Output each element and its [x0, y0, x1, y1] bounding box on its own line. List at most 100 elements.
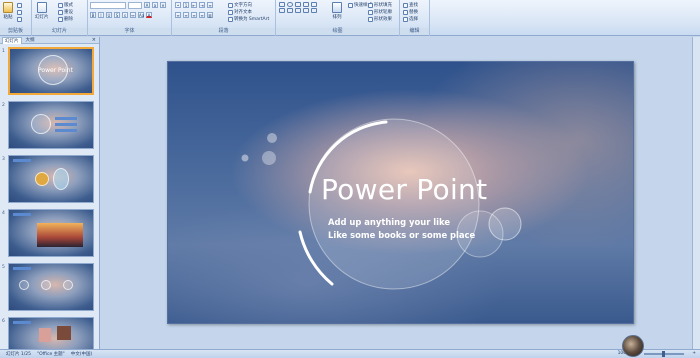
- align-text-button[interactable]: 对齐文本: [228, 9, 252, 15]
- select-button[interactable]: 选择: [403, 16, 418, 22]
- brace-shape-icon[interactable]: [303, 8, 309, 13]
- font-color-icon[interactable]: A: [146, 12, 152, 18]
- subtitle-line-2[interactable]: Like some books or some place: [328, 230, 475, 240]
- delete-icon: [58, 16, 63, 22]
- editing-group: 查找 替换 选择 编辑: [400, 0, 430, 36]
- align-left-icon[interactable]: ≡: [175, 12, 181, 18]
- increase-indent-icon[interactable]: ⇥: [199, 2, 205, 8]
- slide-thumbnail-4[interactable]: 4: [0, 209, 100, 259]
- change-case-icon[interactable]: Aa: [138, 12, 144, 18]
- paste-button[interactable]: 粘贴: [3, 2, 13, 20]
- shape-fill-button[interactable]: 形状填充: [368, 2, 392, 8]
- align-text-icon: [228, 9, 233, 15]
- convert-smartart-button[interactable]: 转换为 SmartArt: [228, 16, 269, 22]
- oval-shape-icon[interactable]: [287, 2, 293, 7]
- slide-editor: Power Point Add up anything your like Li…: [101, 37, 700, 349]
- replace-icon: [403, 9, 408, 15]
- font-size-buttons: A a ✕: [144, 2, 166, 8]
- spacing-icon[interactable]: ↔: [130, 12, 136, 18]
- columns-icon[interactable]: ▥: [207, 12, 213, 18]
- font-style-buttons: B I U S s ↔ Aa A: [90, 12, 152, 18]
- fill-icon: [368, 2, 373, 8]
- shape-outline-button[interactable]: 形状轮廓: [368, 9, 392, 15]
- reset-button[interactable]: 重设: [58, 9, 73, 15]
- star-shape-icon[interactable]: [287, 8, 293, 13]
- slide-thumbnail-1[interactable]: 1 Power Point: [0, 47, 100, 97]
- justify-icon[interactable]: ≡: [199, 12, 205, 18]
- select-icon: [403, 16, 408, 22]
- copy-button[interactable]: [17, 10, 22, 15]
- slide-thumbnail-2[interactable]: 2: [0, 101, 100, 151]
- zoom-in-icon[interactable]: +: [692, 351, 696, 356]
- status-bar: 幻灯片 1/25 "Office 主题" 中文(中国) 100% − +: [0, 349, 700, 358]
- current-slide[interactable]: Power Point Add up anything your like Li…: [167, 61, 634, 324]
- shape-effects-button[interactable]: 形状效果: [368, 16, 392, 22]
- slide-count: 幻灯片 1/25: [6, 352, 32, 357]
- delete-slide-button[interactable]: 删除: [58, 16, 73, 22]
- language: 中文(中国): [70, 352, 93, 357]
- decrease-indent-icon[interactable]: ⇤: [191, 2, 197, 8]
- zoom-slider[interactable]: [644, 350, 685, 357]
- quick-styles-icon: [348, 2, 353, 8]
- text-direction-button[interactable]: 文字方向: [228, 2, 252, 8]
- shrink-font-icon[interactable]: a: [152, 2, 158, 8]
- slide-thumbnail-5[interactable]: 5: [0, 263, 100, 313]
- find-button[interactable]: 查找: [403, 2, 418, 8]
- slide-title[interactable]: Power Point: [321, 173, 487, 206]
- new-slide-button[interactable]: 幻灯片: [35, 2, 49, 20]
- group-label-drawing: 绘图: [276, 28, 399, 35]
- layout-button[interactable]: 版式: [58, 2, 73, 8]
- rectangle-shape-icon[interactable]: [279, 2, 285, 7]
- thumbnail-image: [8, 263, 94, 311]
- tab-slides[interactable]: 幻灯片: [2, 36, 22, 44]
- list-buttons: • 1 ⇤ ⇥ ≡: [175, 2, 213, 8]
- align-right-icon[interactable]: ≡: [191, 12, 197, 18]
- slide-thumbnail-3[interactable]: 3: [0, 155, 100, 205]
- thumbnail-image: Power Point: [8, 47, 94, 95]
- drawing-group: 排列 快速样式 形状填充 形状轮廓 形状效果 绘图: [276, 0, 400, 36]
- cut-button[interactable]: [17, 3, 22, 8]
- arrow-shape-icon[interactable]: [311, 2, 317, 7]
- font-name-select[interactable]: [90, 2, 126, 9]
- group-label-clipboard: 剪贴板: [0, 28, 31, 35]
- bold-icon[interactable]: B: [90, 12, 96, 18]
- tab-outline[interactable]: 大纲: [24, 37, 37, 43]
- italic-icon[interactable]: I: [98, 12, 104, 18]
- thumbnail-image: [8, 155, 94, 203]
- layout-icon: [58, 2, 63, 8]
- rounded-rect-shape-icon[interactable]: [279, 8, 285, 13]
- clear-format-icon[interactable]: ✕: [160, 2, 166, 8]
- font-size-select[interactable]: [128, 2, 142, 9]
- outline-icon: [368, 9, 373, 15]
- underline-icon[interactable]: U: [106, 12, 112, 18]
- text-direction-icon: [228, 2, 233, 8]
- close-panel-icon[interactable]: ×: [92, 37, 96, 43]
- smartart-icon: [228, 16, 233, 22]
- effects-icon: [368, 16, 373, 22]
- format-painter-button[interactable]: [17, 17, 22, 22]
- subtitle-line-1[interactable]: Add up anything your like: [328, 217, 450, 227]
- line-shape-icon[interactable]: [303, 2, 309, 7]
- align-center-icon[interactable]: ≡: [183, 12, 189, 18]
- paste-icon: [3, 2, 13, 13]
- copy-icon: [17, 10, 22, 15]
- slides-panel: 幻灯片 大纲 × 1 Power Point 2 3 4 5 6: [0, 36, 100, 358]
- line-spacing-icon[interactable]: ≡: [207, 2, 213, 8]
- numbering-icon[interactable]: 1: [183, 2, 189, 8]
- bullets-icon[interactable]: •: [175, 2, 181, 8]
- shadow-icon[interactable]: s: [122, 12, 128, 18]
- bubble-small-2: [267, 133, 277, 143]
- curve-shape-icon[interactable]: [311, 8, 317, 13]
- replace-button[interactable]: 替换: [403, 9, 418, 15]
- align-buttons: ≡ ≡ ≡ ≡ ▥: [175, 12, 213, 18]
- strikethrough-icon[interactable]: S: [114, 12, 120, 18]
- triangle-shape-icon[interactable]: [295, 2, 301, 7]
- callout-shape-icon[interactable]: [295, 8, 301, 13]
- new-slide-icon: [36, 2, 47, 13]
- shapes-gallery[interactable]: [279, 2, 318, 13]
- grow-font-icon[interactable]: A: [144, 2, 150, 8]
- slides-group: 幻灯片 版式 重设 删除 幻灯片: [32, 0, 88, 36]
- vertical-scrollbar[interactable]: [692, 37, 700, 349]
- arrange-button[interactable]: 排列: [332, 2, 342, 20]
- reset-icon: [58, 9, 63, 15]
